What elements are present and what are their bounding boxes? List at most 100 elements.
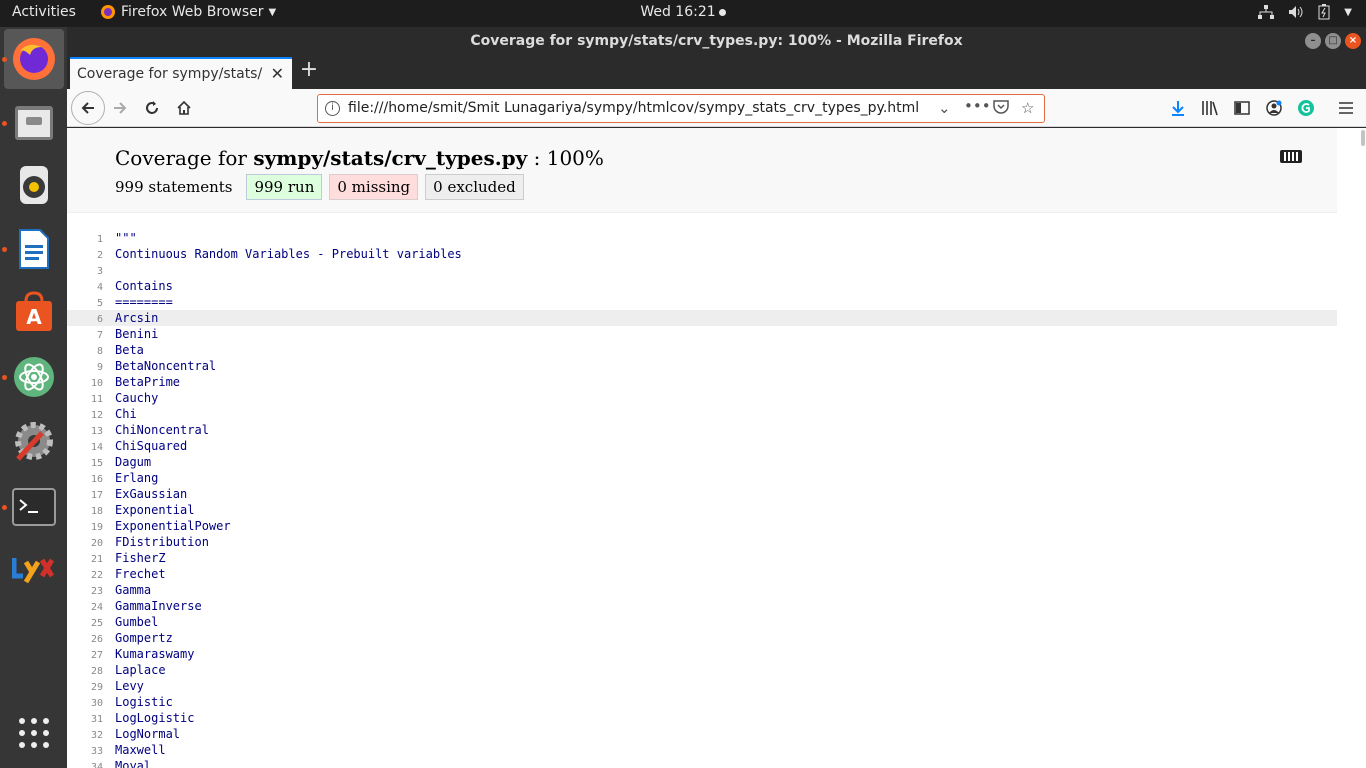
url-bar[interactable]: i file:///home/smit/Smit Lunagariya/symp…: [317, 94, 1045, 123]
dock-show-applications[interactable]: [4, 703, 64, 763]
library-button[interactable]: [1195, 93, 1225, 123]
bookmark-star-icon[interactable]: ☆: [1021, 99, 1034, 117]
page-actions-icon[interactable]: •••: [964, 97, 991, 115]
forward-arrow-icon: [114, 102, 127, 114]
line-number[interactable]: 4: [67, 282, 103, 293]
keyboard-shortcuts-icon[interactable]: [1280, 150, 1302, 163]
source-line: 11 Cauchy: [67, 390, 1337, 406]
svg-text:A: A: [26, 305, 42, 329]
line-number[interactable]: 1: [67, 234, 103, 245]
line-number[interactable]: 16: [67, 474, 103, 485]
line-number[interactable]: 7: [67, 330, 103, 341]
app-menu-label: Firefox Web Browser: [121, 4, 264, 20]
site-info-icon[interactable]: i: [325, 101, 340, 116]
dock-rhythmbox[interactable]: [4, 155, 64, 215]
back-button[interactable]: [71, 91, 105, 125]
line-number[interactable]: 28: [67, 666, 103, 677]
source-line: 27 Kumaraswamy: [67, 646, 1337, 662]
line-number[interactable]: 9: [67, 362, 103, 373]
line-number[interactable]: 27: [67, 650, 103, 661]
line-number[interactable]: 30: [67, 698, 103, 709]
dock-firefox[interactable]: [4, 29, 64, 89]
grammarly-icon: [1298, 100, 1314, 116]
new-tab-button[interactable]: +: [297, 59, 321, 83]
line-number[interactable]: 24: [67, 602, 103, 613]
line-number[interactable]: 3: [67, 266, 103, 277]
home-icon: [177, 100, 191, 115]
line-number[interactable]: 31: [67, 714, 103, 725]
app-menu[interactable]: Firefox Web Browser ▼: [100, 4, 276, 20]
account-icon: [1266, 100, 1282, 116]
dock-ubuntu-software[interactable]: A: [4, 283, 64, 343]
line-number[interactable]: 29: [67, 682, 103, 693]
back-arrow-icon: [81, 102, 94, 114]
line-number[interactable]: 21: [67, 554, 103, 565]
page-scrollbar[interactable]: [1360, 128, 1366, 768]
line-number[interactable]: 8: [67, 346, 103, 357]
minimize-button[interactable]: –: [1305, 33, 1321, 49]
line-number[interactable]: 18: [67, 506, 103, 517]
line-number[interactable]: 6: [67, 314, 103, 325]
line-number[interactable]: 11: [67, 394, 103, 405]
system-tray[interactable]: ▼: [1258, 4, 1352, 20]
line-number[interactable]: 5: [67, 298, 103, 309]
line-number[interactable]: 25: [67, 618, 103, 629]
source-line: 15 Dagum: [67, 454, 1337, 470]
downloads-button[interactable]: [1163, 93, 1193, 123]
dock-files[interactable]: [4, 93, 64, 153]
reload-button[interactable]: [137, 93, 167, 123]
dock-libreoffice-writer[interactable]: [4, 219, 64, 279]
line-number[interactable]: 22: [67, 570, 103, 581]
dock-settings[interactable]: [4, 411, 64, 471]
line-code: Frechet: [115, 567, 166, 581]
scrollbar-thumb[interactable]: [1361, 130, 1365, 146]
forward-button[interactable]: [105, 93, 135, 123]
stats-bar: 999 statements 999 run 0 missing 0 exclu…: [115, 174, 531, 200]
line-number[interactable]: 15: [67, 458, 103, 469]
line-number[interactable]: 26: [67, 634, 103, 645]
line-number[interactable]: 19: [67, 522, 103, 533]
account-button[interactable]: [1259, 93, 1289, 123]
line-number[interactable]: 34: [67, 762, 103, 768]
run-toggle-button[interactable]: 999 run: [246, 174, 323, 200]
source-line: 19 ExponentialPower: [67, 518, 1337, 534]
excluded-toggle-button[interactable]: 0 excluded: [425, 174, 524, 200]
line-number[interactable]: 12: [67, 410, 103, 421]
line-code: """: [115, 231, 137, 245]
navigation-toolbar: i file:///home/smit/Smit Lunagariya/symp…: [67, 89, 1366, 127]
dock-lyx[interactable]: [4, 539, 64, 599]
line-number[interactable]: 17: [67, 490, 103, 501]
line-number[interactable]: 2: [67, 250, 103, 261]
line-number[interactable]: 10: [67, 378, 103, 389]
sidebar-icon: [1234, 101, 1250, 115]
file-name: sympy/stats/crv_types.py: [253, 146, 528, 170]
home-button[interactable]: [169, 93, 199, 123]
source-line: 4 Contains: [67, 278, 1337, 294]
maximize-button[interactable]: □: [1325, 33, 1341, 49]
url-dropdown-chevron-icon[interactable]: ⌄: [938, 99, 951, 117]
line-number[interactable]: 13: [67, 426, 103, 437]
grammarly-extension-button[interactable]: [1291, 93, 1321, 123]
line-number[interactable]: 14: [67, 442, 103, 453]
missing-toggle-button[interactable]: 0 missing: [329, 174, 419, 200]
pocket-icon[interactable]: [993, 99, 1009, 118]
source-line: 3: [67, 262, 1337, 278]
title-prefix: Coverage for: [115, 146, 254, 170]
menu-button[interactable]: [1331, 93, 1361, 123]
line-number[interactable]: 33: [67, 746, 103, 757]
source-line: 31 LogLogistic: [67, 710, 1337, 726]
close-tab-icon[interactable]: ✕: [271, 64, 284, 83]
activities-button[interactable]: Activities: [12, 4, 76, 20]
close-window-button[interactable]: ×: [1345, 33, 1361, 49]
line-number[interactable]: 32: [67, 730, 103, 741]
line-number[interactable]: 20: [67, 538, 103, 549]
clock[interactable]: Wed 16:21: [640, 4, 726, 20]
dock-terminal[interactable]: [4, 477, 64, 537]
line-number[interactable]: 23: [67, 586, 103, 597]
clock-label: Wed 16:21: [640, 4, 716, 20]
sidebar-button[interactable]: [1227, 93, 1257, 123]
url-input[interactable]: file:///home/smit/Smit Lunagariya/sympy/…: [348, 100, 919, 116]
running-indicator-icon: [2, 121, 7, 126]
dock-atom[interactable]: [4, 347, 64, 407]
tab-coverage[interactable]: Coverage for sympy/stats/crv_types.py: 1…: [70, 57, 292, 89]
